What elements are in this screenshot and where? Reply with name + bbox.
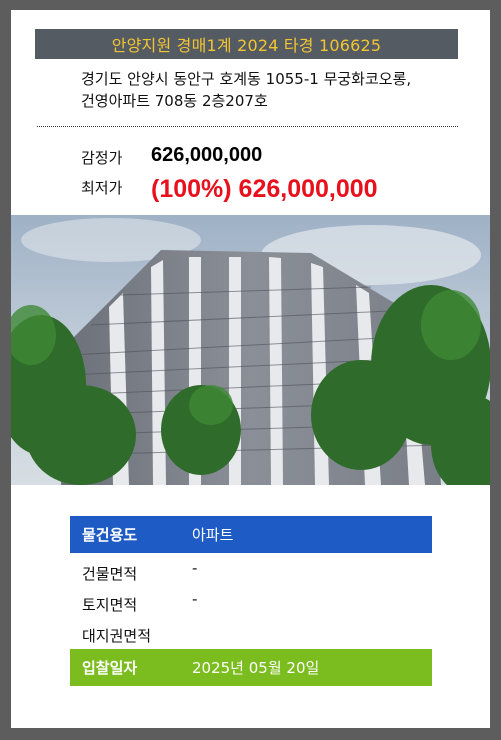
detail-label: 토지면적: [82, 595, 138, 614]
detail-label: 건물면적: [82, 564, 138, 583]
detail-label: 물건용도: [82, 526, 138, 544]
minimum-price-label: 최저가: [81, 179, 123, 197]
detail-row-land-area: 토지면적 -: [70, 589, 432, 619]
detail-label: 입찰일자: [82, 659, 138, 677]
detail-value: -: [192, 559, 198, 577]
dotted-divider: [37, 126, 458, 127]
detail-row-bid-date: 입찰일자 2025년 05월 20일: [70, 649, 432, 686]
appraisal-value: 626,000,000: [151, 144, 263, 166]
property-address: 경기도 안양시 동안구 호계동 1055-1 무궁화코오롱, 건영아파트 708…: [81, 68, 471, 112]
detail-value: 2025년 05월 20일: [192, 659, 320, 677]
address-line-1: 경기도 안양시 동안구 호계동 1055-1 무궁화코오롱,: [81, 70, 412, 88]
case-title: 안양지원 경매1계 2024 타경 106625: [35, 29, 458, 59]
detail-label: 대지권면적: [82, 626, 152, 645]
detail-row-usage: 물건용도 아파트: [70, 516, 432, 553]
detail-row-building-area: 건물면적 -: [70, 558, 432, 588]
address-line-2: 건영아파트 708동 2층207호: [81, 92, 268, 110]
minimum-price-value: (100%) 626,000,000: [151, 175, 378, 203]
property-photo: [11, 215, 490, 485]
detail-value: 아파트: [192, 526, 234, 544]
detail-row-land-right-area: 대지권면적: [70, 620, 432, 650]
detail-value: -: [192, 590, 198, 608]
auction-card: 안양지원 경매1계 2024 타경 106625 경기도 안양시 동안구 호계동…: [11, 10, 490, 728]
appraisal-label: 감정가: [81, 149, 123, 167]
